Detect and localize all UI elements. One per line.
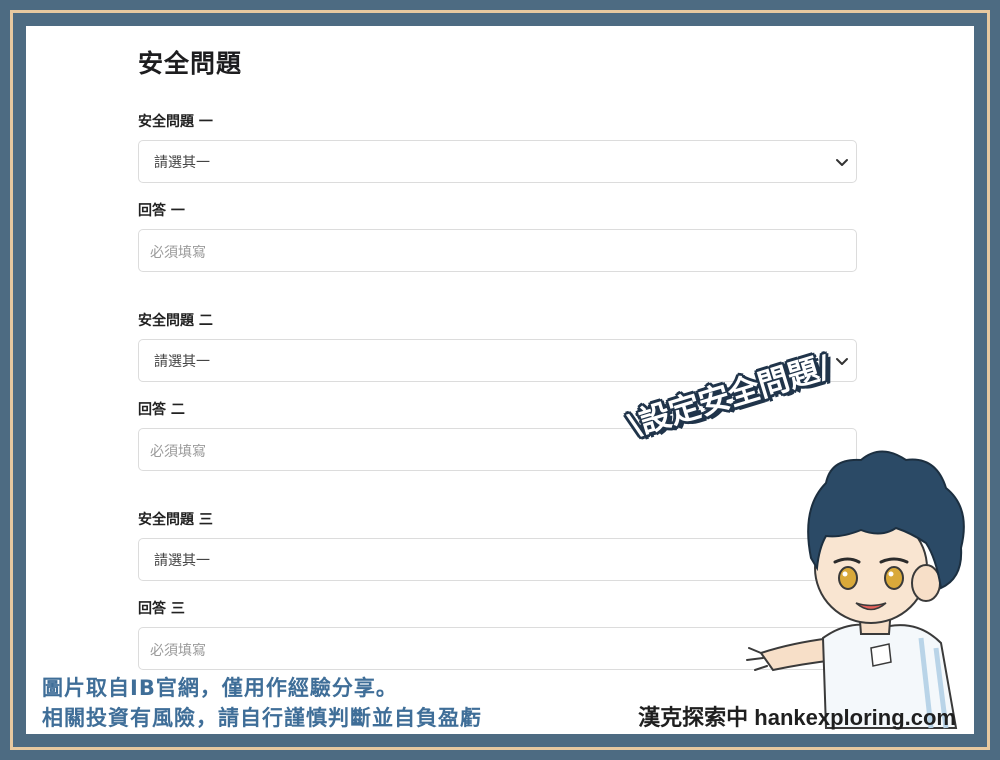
- answer-2-placeholder: 必須填寫: [150, 444, 206, 460]
- caption-line-2: 相關投資有風險，請自行謹慎判斷並自負盈虧: [42, 706, 482, 730]
- question-3-select-value: 請選其一: [154, 553, 210, 569]
- answer-2-label: 回答 二: [138, 402, 185, 418]
- site-credit: 漢克探索中 hankexploring.com: [638, 705, 956, 730]
- question-3-label: 安全問題 三: [138, 512, 213, 528]
- chevron-down-icon: [836, 159, 848, 166]
- chevron-down-icon: [836, 358, 848, 365]
- question-1-select-value: 請選其一: [154, 155, 210, 171]
- cartoon-mascot-illustration: [746, 450, 965, 729]
- answer-1-label: 回答 一: [138, 203, 185, 219]
- page-title: 安全問題: [138, 49, 243, 78]
- answer-1-input[interactable]: 必須填寫: [138, 229, 857, 272]
- screenshot-area: 安全問題 安全問題 一 請選其一 回答 一 必須填寫 安全問題 二 請選其一 回…: [26, 26, 974, 734]
- question-2-label: 安全問題 二: [138, 313, 213, 329]
- answer-1-placeholder: 必須填寫: [150, 245, 206, 261]
- answer-3-label: 回答 三: [138, 601, 185, 617]
- question-1-label: 安全問題 一: [138, 114, 213, 130]
- caption-line-1: 圖片取自IB官網，僅用作經驗分享。: [42, 676, 398, 700]
- question-2-select-value: 請選其一: [154, 354, 210, 370]
- question-1-select[interactable]: 請選其一: [138, 140, 857, 183]
- answer-3-placeholder: 必須填寫: [150, 643, 206, 659]
